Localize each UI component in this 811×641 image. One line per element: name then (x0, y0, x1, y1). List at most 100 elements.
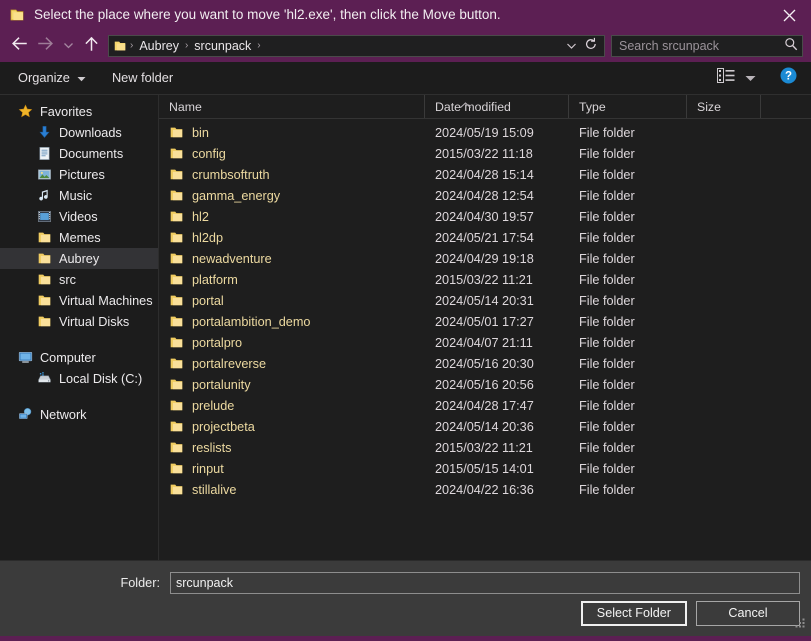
sidebar-item-virtual-disks[interactable]: Virtual Disks (0, 311, 158, 332)
file-name-label: config (192, 146, 226, 161)
select-folder-button[interactable]: Select Folder (580, 600, 687, 626)
table-row[interactable]: projectbeta 2024/05/14 20:36 File folder (159, 416, 811, 437)
table-row[interactable]: newadventure 2024/04/29 19:18 File folder (159, 248, 811, 269)
forward-button[interactable] (32, 33, 58, 59)
file-name-label: portalpro (192, 335, 243, 350)
cell-name: platform (159, 272, 425, 288)
sidebar-item-label: Local Disk (C:) (59, 371, 143, 386)
refresh-icon (584, 37, 598, 56)
resize-grip-icon[interactable] (794, 615, 807, 633)
breadcrumb-item-aubrey[interactable]: Aubrey (134, 39, 184, 53)
sidebar-item-label: Memes (59, 230, 101, 245)
file-name-label: stillalive (192, 482, 237, 497)
sidebar-item-label: Videos (59, 209, 98, 224)
sidebar-item-aubrey[interactable]: Aubrey (0, 248, 158, 269)
refresh-button[interactable] (580, 36, 602, 56)
sidebar-item-downloads[interactable]: Downloads (0, 122, 158, 143)
computer-icon (17, 350, 33, 366)
address-dropdown-button[interactable] (562, 36, 580, 56)
search-box[interactable] (611, 35, 803, 57)
folder-icon (169, 146, 185, 162)
folder-icon (169, 209, 185, 225)
folder-icon (169, 167, 185, 183)
up-button[interactable] (78, 33, 104, 59)
cancel-button[interactable]: Cancel (696, 600, 800, 626)
sidebar-item-memes[interactable]: Memes (0, 227, 158, 248)
sidebar-item-virtual-machines[interactable]: Virtual Machines (0, 290, 158, 311)
folder-icon (36, 314, 52, 330)
breadcrumb-address-bar[interactable]: › Aubrey › srcunpack › (108, 35, 605, 57)
table-row[interactable]: hl2 2024/04/30 19:57 File folder (159, 206, 811, 227)
cell-type: File folder (579, 251, 635, 266)
dialog-title: Select the place where you want to move … (34, 7, 501, 22)
sidebar-group-favorites[interactable]: Favorites (0, 101, 158, 122)
file-name-label: crumbsoftruth (192, 167, 270, 182)
sidebar-group-computer[interactable]: Computer (0, 347, 158, 368)
recent-locations-button[interactable] (58, 33, 78, 59)
cell-type: File folder (579, 314, 635, 329)
folder-input[interactable] (170, 572, 800, 594)
sidebar-item-videos[interactable]: Videos (0, 206, 158, 227)
new-folder-button[interactable]: New folder (110, 66, 175, 90)
sidebar-group-network[interactable]: Network (0, 404, 158, 425)
sidebar-group-label: Computer (40, 350, 96, 365)
column-header-label: Name (169, 99, 202, 114)
cell-type: File folder (579, 356, 635, 371)
file-name-label: hl2dp (192, 230, 224, 245)
table-row[interactable]: platform 2015/03/22 11:21 File folder (159, 269, 811, 290)
harddisk-icon (36, 371, 52, 387)
column-header-name[interactable]: Name (159, 95, 425, 118)
folder-icon (169, 272, 185, 288)
cell-date-modified: 2024/05/14 20:31 (435, 293, 534, 308)
table-row[interactable]: config 2015/03/22 11:18 File folder (159, 143, 811, 164)
caret-down-icon[interactable] (745, 75, 756, 82)
table-row[interactable]: crumbsoftruth 2024/04/28 15:14 File folder (159, 164, 811, 185)
table-row[interactable]: portalambition_demo 2024/05/01 17:27 File … (159, 311, 811, 332)
folder-icon (169, 293, 185, 309)
table-row[interactable]: portal 2024/05/14 20:31 File folder (159, 290, 811, 311)
sidebar-item-pictures[interactable]: Pictures (0, 164, 158, 185)
navigation-sidebar[interactable]: Favorites Downloads Documents Pictures M… (0, 95, 159, 560)
table-row[interactable]: reslists 2015/03/22 11:21 File folder (159, 437, 811, 458)
navigation-bar: › Aubrey › srcunpack › (0, 30, 811, 62)
table-row[interactable]: hl2dp 2024/05/21 17:54 File folder (159, 227, 811, 248)
change-view-button[interactable] (715, 65, 758, 91)
window-bottom-edge (0, 636, 811, 641)
organize-button[interactable]: Organize (16, 66, 88, 90)
chevron-down-icon (63, 37, 74, 55)
search-input[interactable] (619, 39, 784, 53)
chevron-down-icon (566, 37, 577, 55)
folder-icon (36, 272, 52, 288)
table-row[interactable]: portalreverse 2024/05/16 20:30 File folder (159, 353, 811, 374)
sidebar-item-documents[interactable]: Documents (0, 143, 158, 164)
table-row[interactable]: gamma_energy 2024/04/28 12:54 File folder (159, 185, 811, 206)
column-header-filler (761, 95, 811, 118)
column-header-type[interactable]: Type (569, 95, 687, 118)
sidebar-item-src[interactable]: src (0, 269, 158, 290)
star-icon (17, 104, 33, 120)
column-header-date-modified[interactable]: Date modified (425, 95, 569, 118)
file-rows[interactable]: bin 2024/05/19 15:09 File folder config 2015… (159, 119, 811, 560)
column-header-size[interactable]: Size (687, 95, 761, 118)
up-arrow-icon (84, 36, 99, 57)
table-row[interactable]: stillalive 2024/04/22 16:36 File folder (159, 479, 811, 500)
cell-name: prelude (159, 398, 425, 414)
help-button[interactable]: ? (780, 67, 797, 89)
sidebar-item-local-disk-c[interactable]: Local Disk (C:) (0, 368, 158, 389)
table-row[interactable]: prelude 2024/04/28 17:47 File folder (159, 395, 811, 416)
cell-date-modified: 2024/05/21 17:54 (435, 230, 534, 245)
table-row[interactable]: portalunity 2024/05/16 20:56 File folder (159, 374, 811, 395)
table-row[interactable]: portalpro 2024/04/07 21:11 File folder (159, 332, 811, 353)
folder-icon (169, 482, 185, 498)
cell-type: File folder (579, 125, 635, 140)
cell-date-modified: 2024/05/01 17:27 (435, 314, 534, 329)
sidebar-item-music[interactable]: Music (0, 185, 158, 206)
table-row[interactable]: bin 2024/05/19 15:09 File folder (159, 122, 811, 143)
network-icon (17, 407, 33, 423)
table-row[interactable]: rinput 2015/05/15 14:01 File folder (159, 458, 811, 479)
breadcrumb-item-srcunpack[interactable]: srcunpack (189, 39, 256, 53)
back-button[interactable] (6, 33, 32, 59)
folder-icon (169, 356, 185, 372)
close-button[interactable] (767, 0, 811, 30)
folder-icon (169, 314, 185, 330)
